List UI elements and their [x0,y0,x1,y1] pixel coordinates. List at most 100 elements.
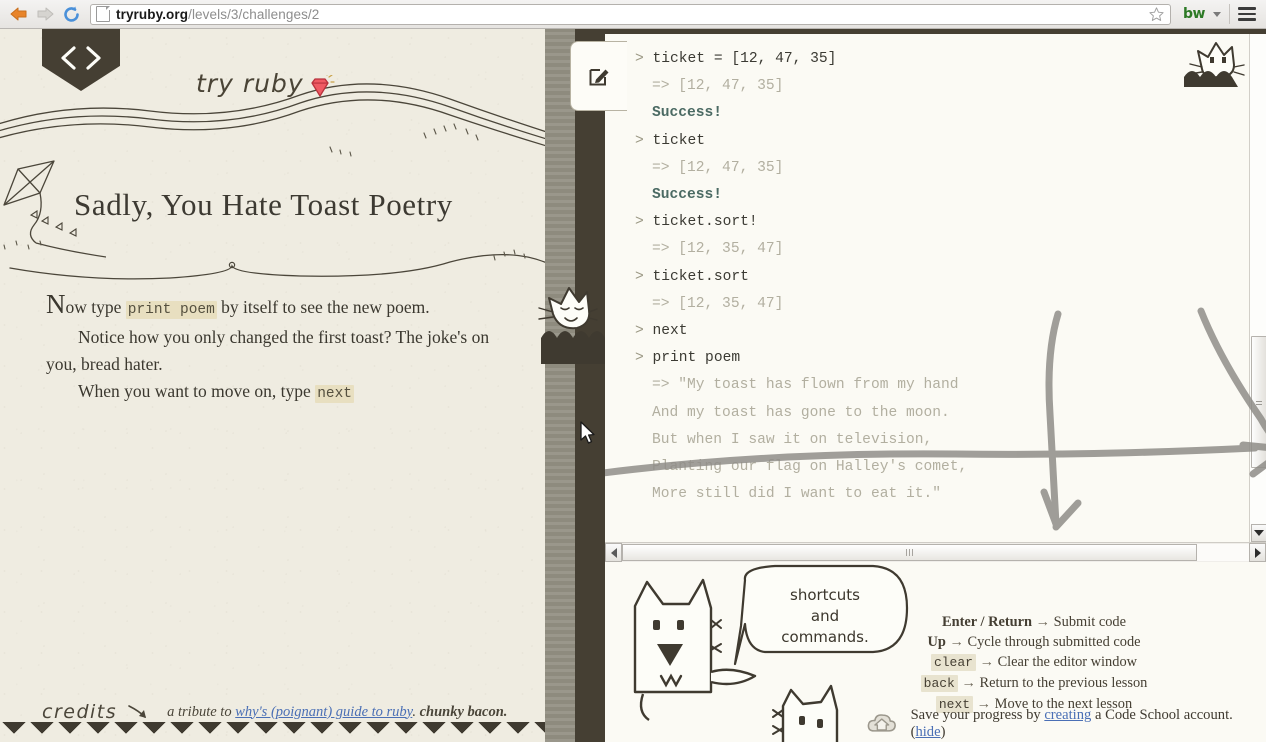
para3-text-a: When you want to move on, type [78,381,316,401]
console-result-line: => [12, 35, 47] [652,295,784,312]
console-prompt: > [635,214,653,231]
forward-arrow-icon [37,7,54,21]
credits-prefix: a tribute to [167,703,236,720]
console-result-line: More still did I want to eat it." [652,486,942,503]
console-command-line: > print poem [635,345,1250,372]
savebar-prefix: Save your progress by [910,707,1045,723]
console-panel: > ticket = [12, 47, 35] => [12, 47, 35] Su… [570,29,1266,742]
menu-hamburger-icon[interactable] [1238,4,1256,24]
forward-button[interactable] [32,2,58,26]
credits-label[interactable]: credits [42,701,117,723]
console-command-text: next [652,323,688,340]
divider-dark-strip [575,29,605,742]
chevron-down-icon[interactable] [1213,11,1221,17]
console-output[interactable]: > ticket = [12, 47, 35] => [12, 47, 35] Su… [605,34,1250,542]
credits-link[interactable]: why's (poignant) guide to ruby [235,704,412,720]
console-prompt: > [635,323,653,340]
console-command-line: > ticket.sort! [635,209,1250,236]
reload-button[interactable] [58,2,84,26]
credits-middle: . [412,703,420,720]
lesson-text: Now type print poem by itself to see the… [46,291,498,408]
console-command-line: > ticket.sort [635,264,1250,291]
console-prompt: > [635,51,653,67]
bubble-line-2: and [811,607,839,625]
hscroll-right-button[interactable] [1249,543,1266,562]
lesson-paragraph-1: Now type print poem by itself to see the… [46,291,498,324]
console-result-line: And my toast has gone to the moon. [652,404,950,421]
bubble-line-1: shortcuts [790,586,860,604]
console-command-line: > ticket = [12, 47, 35] [635,46,1250,73]
hscroll-track[interactable] [622,544,1249,561]
save-progress-bar: Save your progress by creating a Code Sc… [605,706,1266,742]
console-result-line: => [12, 35, 47] [652,241,784,258]
hscroll-grip [906,549,913,556]
savebar-suffix: ) [940,724,946,740]
address-bar[interactable]: tryruby.org/levels/3/challenges/2 [90,3,1172,25]
url-host: tryruby.org [116,6,189,22]
shortcut-arrow-icon: → [957,675,980,691]
console-command-line: > next [635,318,1250,345]
console-result-line: => "My toast has flown from my hand [652,377,959,394]
vscroll-track[interactable] [1250,34,1266,525]
shortcuts-list: Enter / Return → Submit code Up → Cycle t… [874,612,1194,715]
shortcut-key: clear [930,654,976,671]
console-command-text: print poem [652,350,741,367]
back-button[interactable] [6,2,32,26]
console-command-text: ticket = [12, 47, 35] [652,51,837,67]
hscroll-thumb[interactable] [622,544,1197,561]
back-arrow-icon [10,7,27,21]
reload-icon [63,6,79,22]
console-result-line: => [12, 47, 35] [652,78,784,95]
dropcap-letter: N [46,289,66,319]
console-prompt: > [635,132,653,149]
console-success-message: Success! [652,105,723,122]
url-path: /levels/3/challenges/2 [188,6,320,22]
hscroll-left-button[interactable] [605,543,622,562]
console-command-text: ticket.sort! [652,214,758,231]
credits-bold: chunky bacon. [419,703,508,720]
page-content: try ruby Sadly, You Hate Toast Poetry No… [0,29,1266,742]
console-success-message: Success! [652,187,723,204]
para1-text-b: by itself to see the new poem. [216,297,430,317]
bookmark-star-icon[interactable] [1148,6,1165,23]
page-document-icon [96,6,110,22]
vscroll-down-button[interactable] [1251,524,1266,542]
console-vertical-scrollbar[interactable] [1249,34,1266,542]
shortcut-key: Enter / Return [941,614,1033,630]
bubble-line-3: commands. [781,628,868,646]
page-title: Sadly, You Hate Toast Poetry [74,187,453,222]
shortcut-key: back [920,675,958,692]
lesson-paragraph-3: When you want to move on, type next [46,378,498,408]
savebar-text: Save your progress by creating a Code Sc… [911,707,1266,741]
console-horizontal-scrollbar[interactable] [605,542,1266,563]
shortcut-description: Cycle through submitted code [967,634,1141,650]
hide-link[interactable]: hide [915,724,940,740]
footer-zigzag-decoration [0,722,545,742]
codeschool-cloud-icon [867,714,896,732]
shortcut-description: Submit code [1053,614,1127,630]
shortcut-description: Clear the editor window [997,654,1138,670]
shortcut-row: Enter / Return → Submit code [874,612,1194,632]
vscroll-thumb[interactable] [1251,336,1266,468]
browser-toolbar: tryruby.org/levels/3/challenges/2 bw [0,0,1266,29]
shortcut-arrow-icon: → [945,634,968,650]
triangle-down-icon [1254,530,1264,536]
cat-eye-left [653,620,660,630]
shortcut-row: back → Return to the previous lesson [874,673,1194,694]
console-result-line: But when I saw it on television, [652,431,933,448]
lesson-paragraph-2: Notice how you only changed the first to… [46,327,490,374]
extension-bw-icon[interactable]: bw [1183,6,1205,22]
console-result-line: Planting our flag on Halley's comet, [652,459,968,476]
lesson-panel: try ruby Sadly, You Hate Toast Poetry No… [0,29,545,742]
browser-window: tryruby.org/levels/3/challenges/2 bw try… [0,0,1266,742]
shortcuts-panel: shortcuts and commands. Enter / Return →… [605,562,1266,742]
create-account-link[interactable]: creating [1044,707,1091,723]
shortcut-key: Up [927,634,946,650]
console-result-line: => [12, 47, 35] [652,159,784,176]
shortcut-arrow-icon: → [1032,614,1054,630]
console-command-text: ticket.sort [652,268,749,285]
shortcut-arrow-icon: → [975,654,998,670]
shortcut-row: Up → Cycle through submitted code [874,632,1194,652]
triangle-left-icon [610,547,617,558]
cat-eye-right [677,620,684,630]
